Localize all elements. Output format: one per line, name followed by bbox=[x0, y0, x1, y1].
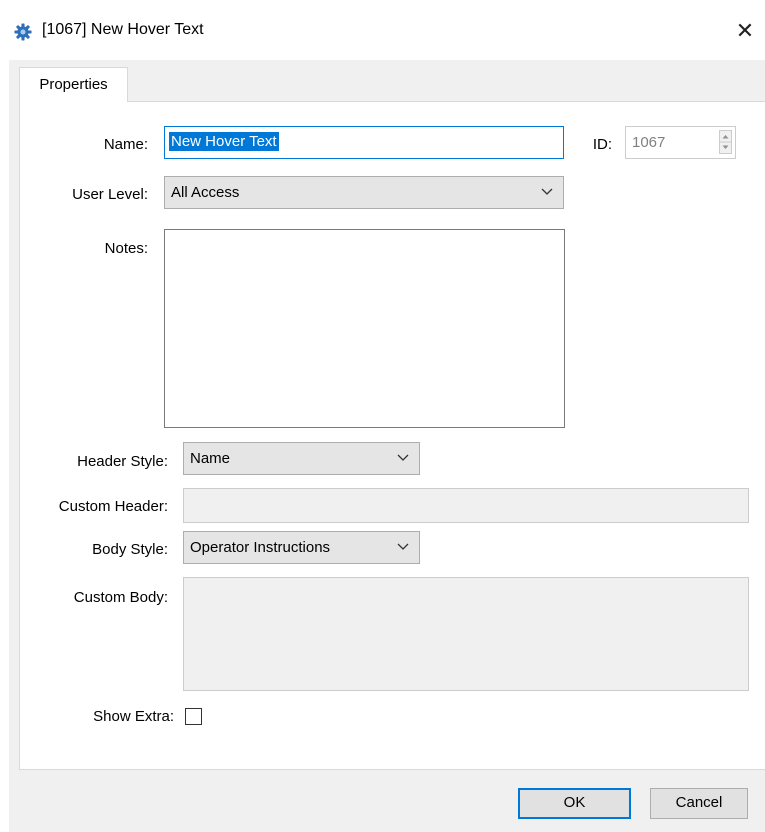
body-style-select[interactable]: Operator Instructions bbox=[183, 531, 420, 564]
gear-icon bbox=[14, 23, 32, 41]
name-input[interactable]: New Hover Text bbox=[164, 126, 564, 159]
user-level-label: User Level: bbox=[72, 186, 148, 203]
notes-label: Notes: bbox=[104, 240, 148, 257]
id-value: 1067 bbox=[632, 134, 666, 151]
ok-button-label: OK bbox=[563, 794, 586, 811]
header-style-value: Name bbox=[190, 450, 231, 467]
close-button[interactable]: ✕ bbox=[730, 16, 760, 46]
spinner-arrows-icon[interactable] bbox=[719, 130, 732, 154]
custom-header-label: Custom Header: bbox=[58, 498, 168, 515]
id-label: ID: bbox=[592, 136, 612, 153]
ok-button[interactable]: OK bbox=[518, 788, 631, 819]
notes-textarea[interactable] bbox=[164, 229, 565, 428]
tab-properties-label: Properties bbox=[39, 76, 108, 93]
custom-header-input[interactable] bbox=[183, 488, 749, 523]
user-level-value: All Access bbox=[171, 184, 240, 201]
custom-body-textarea[interactable] bbox=[183, 577, 749, 691]
body-style-value: Operator Instructions bbox=[190, 539, 331, 556]
body-style-label: Body Style: bbox=[92, 541, 168, 558]
window-title: [1067] New Hover Text bbox=[42, 21, 204, 38]
show-extra-label: Show Extra: bbox=[93, 708, 174, 725]
show-extra-checkbox[interactable] bbox=[185, 708, 202, 725]
header-style-label: Header Style: bbox=[77, 453, 168, 470]
cancel-button-label: Cancel bbox=[675, 794, 723, 811]
user-level-select[interactable]: All Access bbox=[164, 176, 564, 209]
chevron-down-icon bbox=[397, 543, 409, 550]
id-spinner[interactable]: 1067 bbox=[625, 126, 736, 159]
cancel-button[interactable]: Cancel bbox=[650, 788, 748, 819]
name-input-selected-text: New Hover Text bbox=[169, 132, 279, 151]
name-label: Name: bbox=[103, 136, 148, 153]
close-icon: ✕ bbox=[735, 18, 755, 43]
tab-properties[interactable]: Properties bbox=[19, 67, 128, 102]
chevron-down-icon bbox=[397, 454, 409, 461]
title-bar: [1067] New Hover Text ✕ bbox=[0, 0, 765, 60]
custom-body-label: Custom Body: bbox=[73, 589, 168, 606]
chevron-down-icon bbox=[541, 188, 553, 195]
header-style-select[interactable]: Name bbox=[183, 442, 420, 475]
